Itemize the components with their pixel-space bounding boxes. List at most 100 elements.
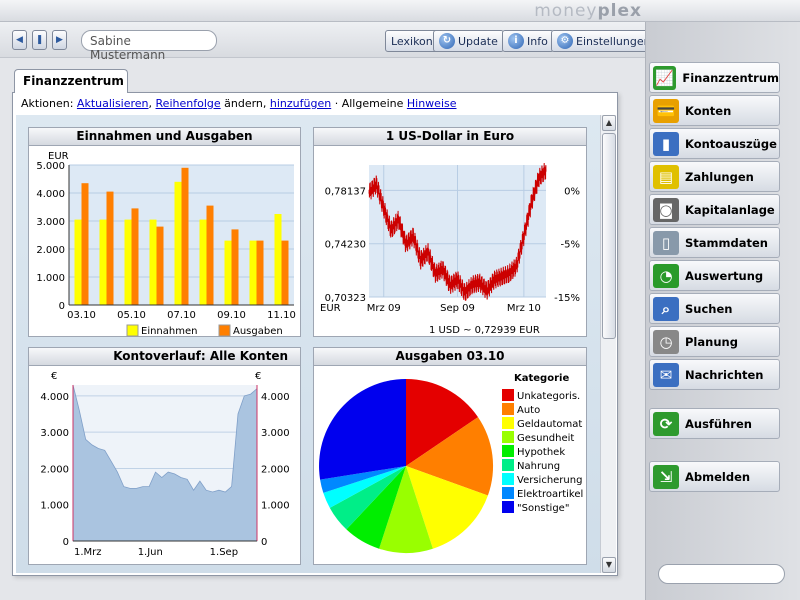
sidebar-item-planung[interactable]: ◷ Planung (649, 326, 780, 357)
transfer-icon: ▤ (653, 164, 679, 189)
x-tick-label: 03.10 (67, 310, 96, 321)
x-axis-unit: EUR (320, 303, 341, 314)
bar-einnahmen (124, 219, 132, 305)
link-aktualisieren[interactable]: Aktualisieren (77, 97, 149, 110)
sidebar-item-kontoauszüge[interactable]: ▮ Kontoauszüge (649, 128, 780, 159)
chart-panel-kontoverlauf: Kontoverlauf: Alle Konten 0 0 1.000 1.000 2.… (28, 347, 301, 565)
sidebar-item-stammdaten[interactable]: ▯ Stammdaten (649, 227, 780, 258)
bar-einnahmen (149, 219, 157, 305)
y-tick-label-left: 0 (63, 537, 69, 548)
scroll-up-button[interactable]: ▲ (602, 115, 616, 131)
usd-euro-chart: 0,70323 -15%0,74230 -5%0,78137 0%Mrz 09 Sep … (320, 162, 580, 336)
legend-swatch (502, 389, 514, 401)
magnifier-icon: ⌕ (653, 296, 679, 321)
sidebar-item-kapitalanlage[interactable]: ◙ Kapitalanlage (649, 194, 780, 225)
chart-title-konto: Kontoverlauf: Alle Konten (29, 348, 300, 366)
bar-einnahmen (249, 240, 257, 305)
vertical-scrollbar[interactable]: ▲ ▼ (600, 115, 616, 573)
update-button[interactable]: ↻ Update (433, 30, 504, 52)
sidebar-item-konten[interactable]: 💳 Konten (649, 95, 780, 126)
link-reihenfolge[interactable]: Reihenfolge (156, 97, 221, 110)
x-tick-label: 09.10 (217, 310, 246, 321)
legend-label: "Sonstige" (517, 503, 569, 514)
exit-icon: ⇲ (653, 464, 679, 489)
kontoverlauf-chart: 0 0 1.000 1.000 2.000 2.000 3.000 3.000 4.000 4.0… (40, 371, 290, 558)
link-hinzufuegen[interactable]: hinzufügen (270, 97, 331, 110)
forward-button[interactable]: ▶ (52, 30, 67, 50)
toolbar: ◀ ❚ ▶ Sabine Mustermann Lexikon ↻ Update … (0, 22, 657, 62)
legend-label: Versicherung (517, 475, 582, 486)
y-tick-label-right: -5% (561, 240, 580, 251)
envelope-icon: ✉ (653, 362, 679, 387)
back-button[interactable]: ◀ (12, 30, 27, 50)
user-search-field[interactable]: Sabine Mustermann (81, 30, 217, 62)
y-tick-label-right: 0 (261, 537, 267, 548)
bar-einnahmen (174, 181, 182, 305)
lexikon-label: Lexikon (391, 34, 433, 48)
sidebar-item-finanzzentrum[interactable]: 📈 Finanzzentrum (649, 62, 780, 93)
y-tick-label-left: 0,74230 (325, 240, 366, 251)
y-tick-label: 2.000 (36, 245, 65, 256)
pie-icon: ◔ (653, 263, 679, 288)
bar-einnahmen (274, 214, 282, 305)
sidebar-item-auswertung[interactable]: ◔ Auswertung (649, 260, 780, 291)
legend-swatch (502, 445, 514, 457)
x-tick-label: 07.10 (167, 310, 196, 321)
sidebar-item-ausführen[interactable]: ⟳ Ausführen (649, 408, 780, 439)
main-panel: Aktionen: Aktualisieren, Reihenfolge änd… (12, 92, 618, 576)
bar-ausgaben (156, 226, 164, 305)
scroll-thumb[interactable] (602, 133, 616, 339)
dashboard-area: Einnahmen und Ausgaben 0 1.000 2.000 3.000 4… (16, 115, 600, 573)
bar-ausgaben (231, 229, 239, 305)
bar-einnahmen (199, 219, 207, 305)
legend-label: Geldautomat (517, 419, 582, 430)
sidebar-item-suchen[interactable]: ⌕ Suchen (649, 293, 780, 324)
gear-icon: ⚙ (557, 33, 573, 49)
pie-slice (319, 379, 406, 480)
sidebar-item-label: Ausführen (685, 416, 752, 431)
pause-icon: ❚ (35, 35, 44, 45)
sidebar-item-label: Auswertung (685, 268, 764, 283)
legend-label: Einnahmen (141, 326, 197, 337)
legend-label: Unkategoris. (517, 391, 580, 402)
chart-panel-income-expenses: Einnahmen und Ausgaben 0 1.000 2.000 3.000 4… (28, 127, 301, 337)
scroll-down-button[interactable]: ▼ (602, 557, 616, 573)
y-axis-unit: EUR (48, 151, 69, 162)
update-icon: ↻ (439, 33, 455, 49)
actions-bar: Aktionen: Aktualisieren, Reihenfolge änd… (21, 97, 457, 110)
tab-finanzzentrum[interactable]: Finanzzentrum (14, 69, 128, 93)
clock-icon: ◷ (653, 329, 679, 354)
actions-text-allgemeine: · Allgemeine (334, 97, 404, 110)
y-tick-label-left: 4.000 (40, 392, 69, 403)
sidebar-item-label: Suchen (685, 301, 733, 316)
y-axis-unit-left: € (51, 371, 57, 382)
legend-swatch (502, 417, 514, 429)
info-button[interactable]: i Info (502, 30, 554, 52)
update-label: Update (458, 34, 498, 48)
bar-einnahmen (224, 240, 232, 305)
chart-icon: 📈 (653, 65, 677, 90)
lexikon-button[interactable]: Lexikon (385, 30, 439, 52)
info-label: Info (527, 34, 548, 48)
link-hinweise[interactable]: Hinweise (407, 97, 457, 110)
sidebar-search-input[interactable] (658, 564, 785, 584)
usd-rate-footer: 1 USD ~ 0,72939 EUR (429, 325, 540, 336)
legend-swatch (218, 324, 231, 337)
y-tick-label-right: 1.000 (261, 501, 290, 512)
sidebar-item-nachrichten[interactable]: ✉ Nachrichten (649, 359, 780, 390)
sidebar-item-zahlungen[interactable]: ▤ Zahlungen (649, 161, 780, 192)
settings-button[interactable]: ⚙ Einstellungen (551, 30, 657, 52)
y-tick-label: 3.000 (36, 217, 65, 228)
pause-button[interactable]: ❚ (32, 30, 47, 50)
bar-einnahmen (74, 219, 82, 305)
x-tick-label: Mrz 10 (507, 303, 541, 314)
x-tick-label: 11.10 (267, 310, 296, 321)
x-tick-label: 1.Jun (138, 547, 163, 558)
chart-title-usd: 1 US-Dollar in Euro (314, 128, 586, 146)
legend-swatch (126, 324, 139, 337)
legend-label: Hypothek (517, 447, 565, 458)
y-tick-label-right: 4.000 (261, 392, 290, 403)
bar-ausgaben (256, 240, 264, 305)
legend-label: Gesundheit (517, 433, 574, 444)
sidebar-item-abmelden[interactable]: ⇲ Abmelden (649, 461, 780, 492)
